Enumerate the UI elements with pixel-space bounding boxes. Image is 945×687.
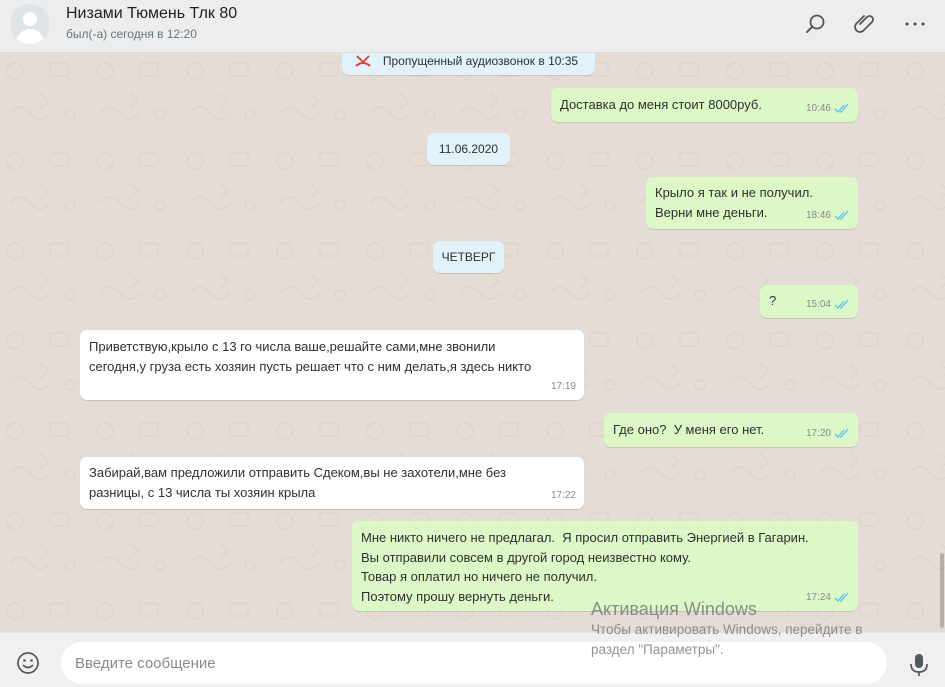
paperclip-icon[interactable] [853, 12, 877, 36]
scrollbar-thumb[interactable] [940, 553, 944, 628]
message-time: 17:19 [550, 380, 576, 392]
message-outgoing[interactable]: ? 15:04 [760, 285, 858, 318]
read-ticks-icon [834, 103, 849, 113]
message-meta: 17:19 [551, 377, 576, 397]
date-divider: 11.06.2020 [427, 133, 510, 165]
message-incoming[interactable]: Приветствую,крыло с 13 го числа ваше,реш… [80, 330, 584, 400]
message-outgoing[interactable]: Доставка до меня стоит 8000руб. 10:46 [551, 88, 858, 122]
missed-call-icon [355, 55, 371, 67]
message-text-line: Мне никто ничего не предлагал. Я просил … [361, 530, 809, 545]
message-text-line: Крыло я так и не получил. [655, 185, 813, 200]
message-time: 17:20 [805, 427, 831, 439]
read-ticks-icon [834, 210, 849, 220]
avatar-body-shape [16, 29, 44, 44]
watermark-line: Чтобы активировать Windows, перейдите в [591, 622, 863, 637]
contact-avatar[interactable] [10, 4, 50, 44]
read-ticks-icon [834, 299, 849, 309]
more-icon[interactable] [903, 12, 927, 36]
read-ticks-icon [834, 428, 849, 438]
microphone-icon[interactable] [908, 653, 930, 677]
message-incoming[interactable]: Забирай,вам предложили отправить Сдеком,… [80, 457, 584, 509]
message-text-line: разницы, с 13 числа ты хозяин крыла [89, 484, 316, 500]
date-divider: ЧЕТВЕРГ [433, 241, 504, 273]
missed-call-text: Пропущенный аудиозвонок в 10:35 [382, 54, 579, 68]
message-text-line: сегодня,у груза есть хозяин пусть решает… [89, 358, 532, 374]
message-text-line: Товар я оплатил но ничего не получил. [361, 569, 597, 584]
message-meta: 10:46 [806, 99, 850, 119]
message-list[interactable]: Пропущенный аудиозвонок в 10:35 Доставка… [0, 53, 945, 632]
message-outgoing[interactable]: Крыло я так и не получил. Верни мне день… [646, 177, 858, 229]
message-time: 17:22 [550, 489, 576, 501]
missed-call-notice: Пропущенный аудиозвонок в 10:35 [342, 53, 595, 75]
message-time: 15:04 [805, 298, 831, 310]
emoji-icon[interactable] [16, 651, 40, 675]
contact-name[interactable]: Низами Тюмень Тлк 80 [66, 5, 237, 23]
contact-last-seen: был(-а) сегодня в 12:20 [66, 27, 197, 41]
watermark-line: раздел "Параметры". [591, 642, 724, 657]
message-text-line: Приветствую,крыло с 13 го числа ваше,реш… [89, 339, 496, 354]
message-time: 10:46 [805, 102, 831, 114]
search-icon[interactable] [804, 12, 828, 36]
message-text-line: Вы отправили совсем в другой город неизв… [361, 549, 691, 565]
watermark-title: Активация Windows [591, 599, 757, 619]
message-meta: 18:46 [806, 206, 850, 226]
message-meta: 17:20 [806, 424, 850, 444]
avatar-head-shape [23, 12, 37, 26]
message-time: 18:46 [805, 209, 831, 221]
message-meta: 15:04 [806, 295, 850, 315]
chat-scrollbar[interactable] [939, 53, 945, 632]
message-meta: 17:22 [551, 486, 576, 506]
chat-header: Низами Тюмень Тлк 80 был(-а) сегодня в 1… [0, 0, 945, 53]
message-outgoing[interactable]: Где оно? У меня его нет. 17:20 [604, 413, 858, 447]
message-text-line: Забирай,вам предложили отправить Сдеком,… [89, 465, 507, 480]
windows-activation-watermark: Активация Windows Чтобы активировать Win… [591, 598, 862, 660]
